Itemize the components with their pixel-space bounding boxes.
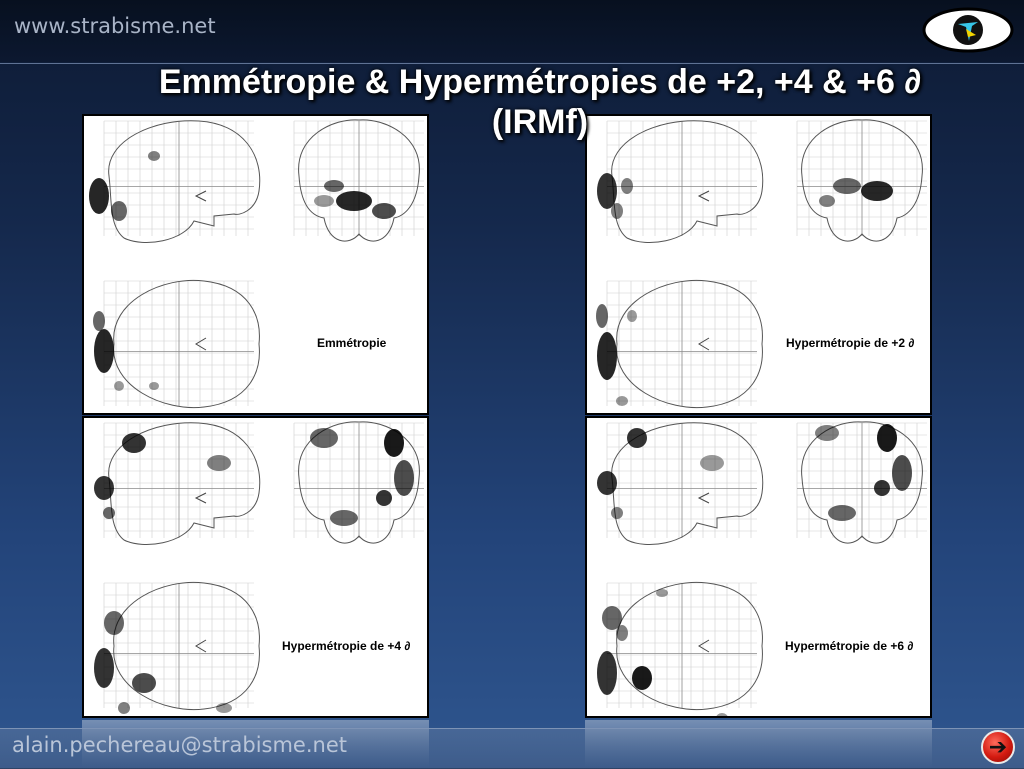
brain-glass-projection	[89, 119, 424, 409]
panel-label: Hypermétropie de +6 ∂	[785, 639, 914, 653]
brain-panel-hypermetropie-4: Hypermétropie de +4 ∂	[82, 416, 429, 718]
eye-logo-icon	[922, 7, 1014, 53]
brain-panel-emmetropie: Emmétropie	[82, 114, 429, 415]
brain-panel-hypermetropie-2: Hypermétropie de +2 ∂	[585, 114, 932, 415]
brain-glass-projection	[596, 119, 927, 409]
panel-label: Emmétropie	[317, 336, 387, 350]
panel-label: Hypermétropie de +4 ∂	[282, 639, 411, 653]
brain-glass-projection	[597, 421, 927, 716]
footer-email[interactable]: alain.pechereau@strabisme.net	[12, 733, 347, 757]
title-line-2: (IRMf)	[491, 103, 589, 141]
arrow-right-icon: ➔	[988, 734, 1008, 759]
brain-panel-hypermetropie-6: Hypermétropie de +6 ∂	[585, 416, 932, 718]
slide-title: Emmétropie & Hypermétropies de +2, +4 & …	[40, 62, 1024, 142]
next-slide-button[interactable]: ➔	[981, 730, 1015, 764]
site-url[interactable]: www.strabisme.net	[14, 14, 216, 38]
brain-glass-projection	[94, 421, 424, 714]
panel-label: Hypermétropie de +2 ∂	[786, 336, 915, 350]
title-line-1: Emmétropie & Hypermétropies de +2, +4 & …	[158, 63, 922, 101]
